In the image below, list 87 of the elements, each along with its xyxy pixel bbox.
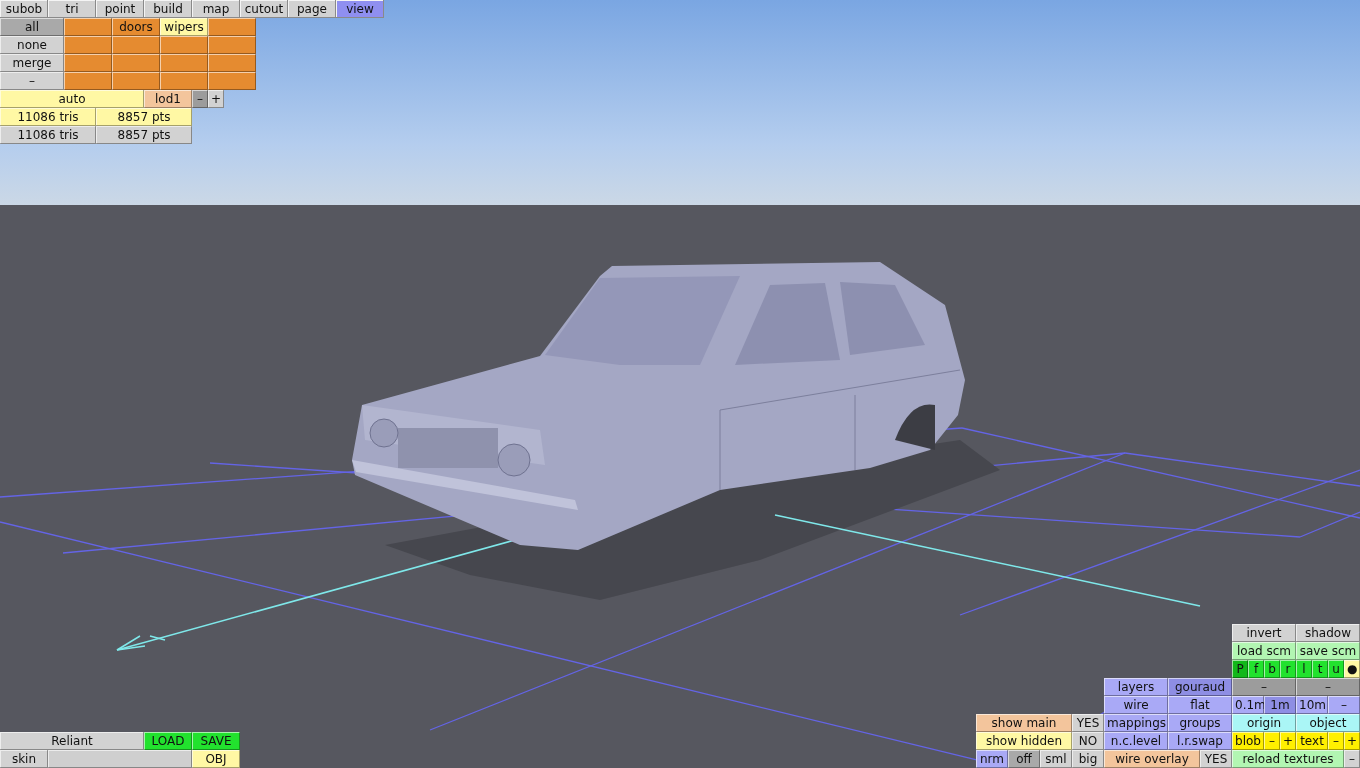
- tool-button[interactable]: OBJ: [192, 750, 240, 768]
- tool-button[interactable]: auto: [0, 90, 144, 108]
- slot-button[interactable]: [208, 72, 256, 90]
- tool-button[interactable]: –: [1264, 732, 1280, 750]
- tool-button[interactable]: –: [192, 90, 208, 108]
- tool-button[interactable]: nrm: [976, 750, 1008, 768]
- tool-button[interactable]: SAVE: [192, 732, 240, 750]
- input-field[interactable]: [48, 750, 192, 768]
- tool-button[interactable]: +: [1344, 732, 1360, 750]
- tool-button[interactable]: t: [1312, 660, 1328, 678]
- tool-button[interactable]: 10m: [1296, 696, 1328, 714]
- tool-button[interactable]: skin: [0, 750, 48, 768]
- tool-button[interactable]: wire: [1104, 696, 1168, 714]
- slot-button[interactable]: [160, 54, 208, 72]
- slot-button[interactable]: [64, 72, 112, 90]
- tab[interactable]: subob: [0, 0, 48, 18]
- tool-button[interactable]: load scm: [1232, 642, 1296, 660]
- tool-button[interactable]: object: [1296, 714, 1360, 732]
- tool-button[interactable]: doors: [112, 18, 160, 36]
- tool-button[interactable]: text: [1296, 732, 1328, 750]
- tab[interactable]: view: [336, 0, 384, 18]
- tool-button[interactable]: YES: [1200, 750, 1232, 768]
- tab[interactable]: tri: [48, 0, 96, 18]
- slot-button[interactable]: [112, 54, 160, 72]
- slot-button[interactable]: [112, 36, 160, 54]
- slot-button[interactable]: [208, 18, 256, 36]
- tool-button[interactable]: merge: [0, 54, 64, 72]
- tool-button[interactable]: flat: [1168, 696, 1232, 714]
- count-readout: 8857 pts: [96, 126, 192, 144]
- slot-button[interactable]: [64, 54, 112, 72]
- tool-button[interactable]: layers: [1104, 678, 1168, 696]
- tool-button[interactable]: show hidden: [976, 732, 1072, 750]
- slot-button[interactable]: [64, 18, 112, 36]
- tool-button[interactable]: r: [1280, 660, 1296, 678]
- tool-button[interactable]: wire overlay: [1104, 750, 1200, 768]
- tab[interactable]: build: [144, 0, 192, 18]
- tool-button[interactable]: invert: [1232, 624, 1296, 642]
- tool-button[interactable]: u: [1328, 660, 1344, 678]
- tool-button[interactable]: big: [1072, 750, 1104, 768]
- tool-button[interactable]: reload textures: [1232, 750, 1344, 768]
- tool-button[interactable]: +: [208, 90, 224, 108]
- slot-button[interactable]: [208, 36, 256, 54]
- tool-button[interactable]: –: [1296, 678, 1360, 696]
- tool-button[interactable]: –: [1232, 678, 1296, 696]
- count-readout: 8857 pts: [96, 108, 192, 126]
- slot-button[interactable]: [112, 72, 160, 90]
- tool-button[interactable]: YES: [1072, 714, 1104, 732]
- tool-button[interactable]: save scm: [1296, 642, 1360, 660]
- tool-button[interactable]: blob: [1232, 732, 1264, 750]
- tool-button[interactable]: –: [1328, 732, 1344, 750]
- tool-button[interactable]: ●: [1344, 660, 1360, 678]
- tool-button[interactable]: off: [1008, 750, 1040, 768]
- tool-button[interactable]: +: [1280, 732, 1296, 750]
- tool-button[interactable]: sml: [1040, 750, 1072, 768]
- tool-button[interactable]: mappings: [1104, 714, 1168, 732]
- tool-button[interactable]: b: [1264, 660, 1280, 678]
- tool-button[interactable]: f: [1248, 660, 1264, 678]
- tab[interactable]: map: [192, 0, 240, 18]
- tool-button[interactable]: Reliant: [0, 732, 144, 750]
- tab[interactable]: cutout: [240, 0, 288, 18]
- tool-button[interactable]: P: [1232, 660, 1248, 678]
- tab[interactable]: page: [288, 0, 336, 18]
- tool-button[interactable]: gouraud: [1168, 678, 1232, 696]
- tool-button[interactable]: l.r.swap: [1168, 732, 1232, 750]
- slot-button[interactable]: [208, 54, 256, 72]
- tool-button[interactable]: NO: [1072, 732, 1104, 750]
- tool-button[interactable]: –: [1344, 750, 1360, 768]
- slot-button[interactable]: [160, 36, 208, 54]
- tool-button[interactable]: –: [1328, 696, 1360, 714]
- count-readout: 11086 tris: [0, 108, 96, 126]
- tool-button[interactable]: lod1: [144, 90, 192, 108]
- tool-button[interactable]: l: [1296, 660, 1312, 678]
- count-readout: 11086 tris: [0, 126, 96, 144]
- tool-button[interactable]: all: [0, 18, 64, 36]
- tool-button[interactable]: show main: [976, 714, 1072, 732]
- tool-button[interactable]: 1m: [1264, 696, 1296, 714]
- tool-button[interactable]: n.c.level: [1104, 732, 1168, 750]
- slot-button[interactable]: [160, 72, 208, 90]
- tool-button[interactable]: shadow: [1296, 624, 1360, 642]
- tool-button[interactable]: LOAD: [144, 732, 192, 750]
- tool-button[interactable]: groups: [1168, 714, 1232, 732]
- tool-button[interactable]: origin: [1232, 714, 1296, 732]
- tool-button[interactable]: –: [0, 72, 64, 90]
- tool-button[interactable]: wipers: [160, 18, 208, 36]
- tab[interactable]: point: [96, 0, 144, 18]
- tool-button[interactable]: none: [0, 36, 64, 54]
- slot-button[interactable]: [64, 36, 112, 54]
